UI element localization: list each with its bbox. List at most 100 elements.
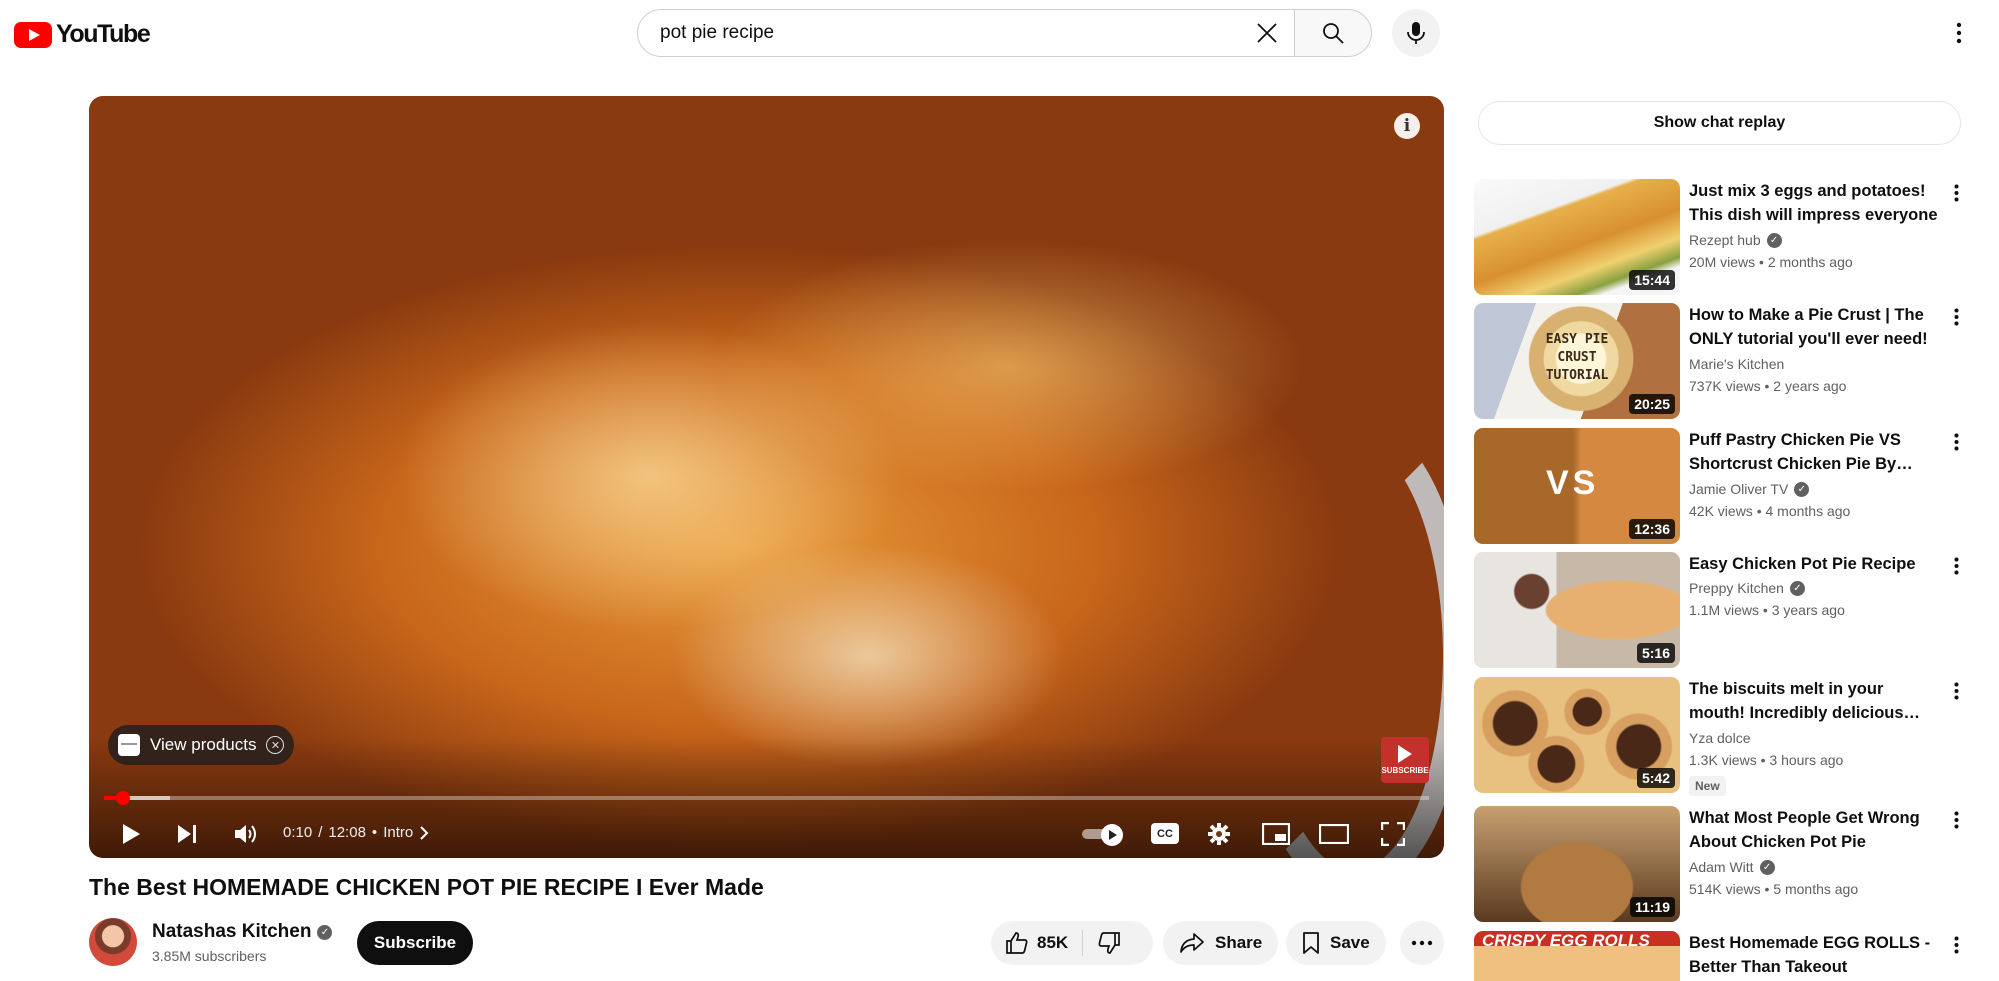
video-thumbnail[interactable]: 15:44 [1474,179,1680,295]
vertical-dots-icon [1954,308,1958,326]
video-duration: 12:08 [328,824,366,841]
mute-button[interactable] [227,814,267,854]
channel-avatar[interactable] [89,918,137,966]
vertical-dots-icon [1954,682,1958,700]
theater-mode-button[interactable] [1314,814,1354,854]
chapter-title[interactable]: Intro [383,824,413,841]
recommendation-title[interactable]: How to Make a Pie Crust | The ONLY tutor… [1689,303,1939,351]
recommendation-title[interactable]: Best Homemade EGG ROLLS - Better Than Ta… [1689,931,1939,979]
like-count: 85K [1037,933,1069,952]
progress-bar[interactable] [104,791,1429,805]
recommendation-title[interactable]: Easy Chicken Pot Pie Recipe [1689,552,1939,576]
recommendation-item[interactable]: 5:16 Easy Chicken Pot Pie Recipe Preppy … [1474,552,1974,668]
play-button[interactable] [113,814,149,854]
recommendation-title[interactable]: Puff Pastry Chicken Pie VS Shortcrust Ch… [1689,428,1939,476]
subscribe-button[interactable]: Subscribe [357,921,473,965]
video-thumbnail[interactable]: VS 12:36 [1474,428,1680,544]
duration-badge: 5:42 [1636,768,1675,788]
recommendation-menu-button[interactable] [1944,808,1968,832]
search-icon [1323,23,1344,44]
recommendation-channel[interactable]: Yza dolce [1689,730,1750,746]
recommendation-menu-button[interactable] [1944,933,1968,957]
more-actions-button[interactable] [1400,921,1444,965]
video-thumbnail[interactable]: CRISPY EGG ROLLS [1474,931,1680,981]
like-button[interactable]: 85K [991,921,1082,965]
player-controls: 0:10 / 12:08 • Intro CC [89,814,1444,854]
miniplayer-icon [1262,823,1290,845]
recommendation-channel[interactable]: Rezept hub ✓ [1689,232,1782,248]
duration-badge: 5:16 [1636,643,1675,663]
recommendation-menu-button[interactable] [1944,554,1968,578]
recommendation-meta: 1.3K views • 3 hours ago [1689,752,1844,768]
dislike-button[interactable] [1083,921,1135,965]
recommendation-item[interactable]: CRISPY EGG ROLLS Best Homemade EGG ROLLS… [1474,931,1974,981]
duration-badge: 12:36 [1629,519,1675,539]
channel-name-link[interactable]: Natashas Kitchen ✓ [152,921,333,943]
vertical-dots-icon [1954,557,1958,575]
save-label: Save [1330,933,1370,952]
search-input[interactable]: pot pie recipe [637,9,1295,57]
recommendation-title[interactable]: What Most People Get Wrong About Chicken… [1689,806,1939,854]
youtube-logo[interactable]: YouTube [14,20,151,49]
video-player[interactable]: i View products ✕ SUBSCRIBE 0:10 / 12:08… [89,96,1444,858]
gear-icon [1208,823,1230,845]
recommendation-menu-button[interactable] [1944,181,1968,205]
fullscreen-button[interactable] [1373,814,1413,854]
recommendation-meta: 1.1M views • 3 years ago [1689,602,1845,618]
vertical-dots-icon [1956,22,1962,44]
recommendation-channel[interactable]: Adam Witt ✓ [1689,859,1775,875]
settings-menu-button[interactable] [1940,14,1978,52]
subtitles-button[interactable]: CC [1151,823,1179,844]
video-thumbnail[interactable]: 11:19 [1474,806,1680,922]
autoplay-toggle[interactable] [1082,824,1126,846]
recommendation-channel[interactable]: Jamie Oliver TV ✓ [1689,481,1810,497]
video-thumbnail[interactable]: 5:42 [1474,677,1680,793]
video-title: The Best HOMEMADE CHICKEN POT PIE RECIPE… [89,874,764,900]
recommendation-item[interactable]: EASY PIE CRUST TUTORIAL 20:25 How to Mak… [1474,303,1974,419]
recommendation-menu-button[interactable] [1944,679,1968,703]
close-icon[interactable]: ✕ [266,736,285,754]
vertical-dots-icon [1954,936,1958,954]
search-input-value[interactable]: pot pie recipe [660,22,1243,44]
chevron-right-icon[interactable] [419,825,429,840]
verified-icon: ✓ [1794,481,1810,497]
info-icon[interactable]: i [1394,113,1420,139]
autoplay-play-icon [1101,824,1123,846]
video-thumbnail[interactable]: 5:16 [1474,552,1680,668]
volume-icon [235,825,256,843]
thumbs-up-icon [1006,932,1028,954]
channel-name[interactable]: Natashas Kitchen [152,921,311,943]
skip-next-icon [178,825,196,843]
vertical-dots-icon [1954,184,1958,202]
subscribe-watermark[interactable]: SUBSCRIBE [1381,737,1429,783]
bookmark-icon [1303,932,1319,954]
view-products-button[interactable]: View products ✕ [108,725,295,765]
video-thumbnail[interactable]: EASY PIE CRUST TUTORIAL 20:25 [1474,303,1680,419]
verified-icon: ✓ [1766,232,1782,248]
recommendation-menu-button[interactable] [1944,430,1968,454]
next-button[interactable] [169,814,205,854]
recommendation-item[interactable]: 5:42 The biscuits melt in your mouth! In… [1474,677,1974,796]
recommendation-item[interactable]: VS 12:36 Puff Pastry Chicken Pie VS Shor… [1474,428,1974,544]
share-button[interactable]: Share [1163,921,1279,965]
recommendation-channel[interactable]: Preppy Kitchen ✓ [1689,580,1805,596]
clear-search-button[interactable] [1243,10,1291,56]
save-button[interactable]: Save [1286,921,1386,965]
fullscreen-icon [1381,822,1405,846]
settings-button[interactable] [1199,814,1239,854]
recommendation-item[interactable]: 11:19 What Most People Get Wrong About C… [1474,806,1974,922]
voice-search-button[interactable] [1392,9,1440,57]
new-badge: New [1689,776,1726,796]
recommendation-title[interactable]: Just mix 3 eggs and potatoes! This dish … [1689,179,1939,227]
recommendation-channel[interactable]: Marie's Kitchen [1689,356,1784,372]
miniplayer-button[interactable] [1256,814,1296,854]
recommendation-item[interactable]: 15:44 Just mix 3 eggs and potatoes! This… [1474,179,1974,295]
recommendation-menu-button[interactable] [1944,305,1968,329]
like-dislike-group: 85K [991,921,1153,965]
recommendation-title[interactable]: The biscuits melt in your mouth! Incredi… [1689,677,1939,725]
share-icon [1180,933,1204,953]
search-button[interactable] [1294,9,1372,57]
show-chat-replay-button[interactable]: Show chat replay [1478,101,1961,145]
recommendation-meta: 42K views • 4 months ago [1689,503,1851,519]
scrubber-handle[interactable] [115,791,130,805]
